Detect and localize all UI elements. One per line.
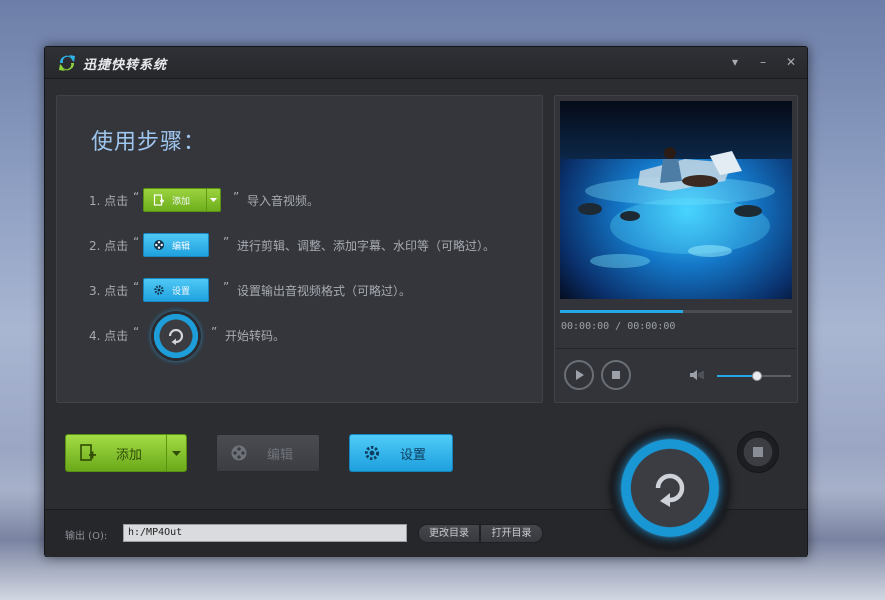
quote-open: “	[133, 190, 140, 204]
mini-edit-label: 编辑	[172, 241, 191, 252]
steps-panel: 使用步骤： 1. 点击 “ 添加 ” 导入音视频。 2. 点击 “ 编辑 ” 进…	[56, 95, 543, 403]
step-number: 2. 点击	[89, 239, 129, 253]
stop-playback-button[interactable]	[601, 360, 631, 390]
gear-icon	[152, 283, 166, 297]
close-button[interactable]: ✕	[784, 55, 798, 69]
play-icon	[576, 370, 584, 380]
mini-settings-button[interactable]: 设置	[143, 278, 209, 302]
step-item: 4. 点击 “ ” 开始转码。	[89, 311, 529, 361]
step-description: 进行剪辑、调整、添加字幕、水印等（可略过）。	[237, 239, 496, 253]
step-number: 3. 点击	[89, 284, 129, 298]
edit-button[interactable]: 编辑	[216, 434, 320, 472]
settings-button[interactable]: 设置	[349, 434, 453, 472]
volume-icon[interactable]	[689, 369, 705, 381]
playback-progress-bar[interactable]	[560, 310, 792, 313]
quote-close: ”	[223, 280, 230, 294]
open-directory-button[interactable]: 打开目录	[480, 524, 543, 543]
output-path-field[interactable]: h:/MP4Out	[123, 524, 407, 542]
add-file-icon	[152, 193, 166, 207]
playback-time: 00:00:00 / 00:00:00	[561, 321, 676, 332]
mini-add-button[interactable]: 添加	[143, 188, 221, 212]
settings-button-label: 设置	[400, 447, 427, 463]
refresh-icon	[655, 473, 685, 507]
preview-panel: 00:00:00 / 00:00:00	[554, 95, 798, 403]
gear-icon	[362, 443, 382, 463]
playback-progress-fill	[560, 310, 683, 313]
film-reel-icon	[229, 443, 249, 463]
step-item: 2. 点击 “ 编辑 ” 进行剪辑、调整、添加字幕、水印等（可略过）。	[89, 233, 529, 257]
step-item: 3. 点击 “ 设置 ” 设置输出音视频格式（可略过）。	[89, 278, 529, 302]
step-description: 设置输出音视频格式（可略过）。	[237, 284, 412, 298]
quote-open: “	[133, 325, 140, 339]
minimize-button[interactable]: –	[756, 55, 770, 69]
step-item: 1. 点击 “ 添加 ” 导入音视频。	[89, 188, 529, 212]
add-dropdown-caret-icon[interactable]	[166, 435, 186, 471]
quote-open: “	[133, 280, 140, 294]
step-number: 4. 点击	[89, 329, 129, 343]
video-frame-image	[560, 101, 792, 299]
menu-dropdown-icon[interactable]: ▾	[728, 55, 742, 69]
mini-convert-button[interactable]	[151, 311, 201, 361]
step-description: 导入音视频。	[247, 194, 320, 208]
stop-convert-button[interactable]	[737, 431, 779, 473]
app-window: 迅捷快转系统 ▾ – ✕ 使用步骤： 1. 点击 “ 添加 ” 导入音视频。 2	[44, 46, 808, 557]
divider	[555, 348, 797, 349]
volume-knob[interactable]	[751, 371, 762, 381]
app-logo-icon	[59, 55, 75, 71]
video-preview[interactable]	[560, 101, 792, 299]
mini-add-label: 添加	[172, 196, 191, 207]
play-button[interactable]	[564, 360, 594, 390]
quote-close: ”	[223, 235, 230, 249]
app-title: 迅捷快转系统	[83, 58, 168, 73]
quote-open: “	[133, 235, 140, 249]
volume-fill	[717, 375, 757, 377]
add-file-icon	[78, 443, 98, 463]
mini-settings-label: 设置	[172, 286, 191, 297]
volume-slider[interactable]	[717, 371, 791, 381]
change-directory-button[interactable]: 更改目录	[418, 524, 480, 543]
edit-button-label: 编辑	[267, 447, 294, 463]
refresh-icon	[168, 328, 184, 345]
stop-icon	[753, 447, 763, 457]
output-label: 输出 (O):	[65, 531, 108, 542]
caret-down-icon	[206, 189, 220, 211]
step-number: 1. 点击	[89, 194, 129, 208]
title-bar[interactable]: 迅捷快转系统 ▾ – ✕	[45, 47, 807, 79]
mini-edit-button[interactable]: 编辑	[143, 233, 209, 257]
convert-button[interactable]	[621, 439, 719, 537]
add-button-label: 添加	[116, 447, 143, 463]
quote-close: ”	[211, 325, 218, 339]
film-reel-icon	[152, 238, 166, 252]
stop-icon	[612, 371, 620, 379]
step-description: 开始转码。	[225, 329, 286, 343]
add-button[interactable]: 添加	[65, 434, 187, 472]
quote-close: ”	[233, 190, 240, 204]
steps-heading: 使用步骤：	[91, 130, 207, 155]
